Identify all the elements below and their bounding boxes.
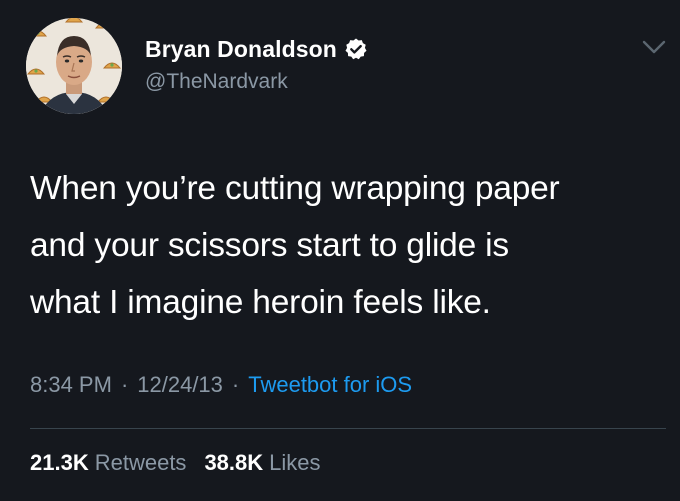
- meta-separator: ·: [231, 372, 240, 397]
- likes-stat[interactable]: 38.8K Likes: [204, 450, 320, 476]
- chevron-down-icon[interactable]: [640, 36, 668, 58]
- tweet-time[interactable]: 8:34 PM: [30, 372, 112, 398]
- tweet-meta: 8:34 PM · 12/24/13 · Tweetbot for iOS: [30, 372, 412, 398]
- author-name-row[interactable]: Bryan Donaldson: [145, 34, 368, 64]
- retweets-count: 21.3K: [30, 450, 89, 475]
- tweet-source-link[interactable]: Tweetbot for iOS: [248, 372, 412, 398]
- author-display-name[interactable]: Bryan Donaldson: [145, 36, 337, 63]
- tweet-card: Bryan Donaldson @TheNardvark When you’re…: [0, 0, 680, 501]
- tweet-text: When you’re cutting wrapping paper and y…: [30, 170, 560, 321]
- tweet-date[interactable]: 12/24/13: [137, 372, 223, 398]
- meta-separator: ·: [120, 372, 129, 397]
- tweet-stats: 21.3K Retweets 38.8K Likes: [30, 450, 321, 476]
- avatar[interactable]: [26, 18, 122, 114]
- divider: [30, 428, 666, 429]
- avatar-photo: [26, 18, 122, 114]
- verified-badge-icon: [344, 37, 368, 61]
- retweets-stat[interactable]: 21.3K Retweets: [30, 450, 186, 476]
- likes-count: 38.8K: [204, 450, 264, 475]
- author-handle[interactable]: @TheNardvark: [145, 70, 288, 94]
- retweets-label: Retweets: [94, 450, 187, 475]
- likes-label: Likes: [269, 450, 321, 475]
